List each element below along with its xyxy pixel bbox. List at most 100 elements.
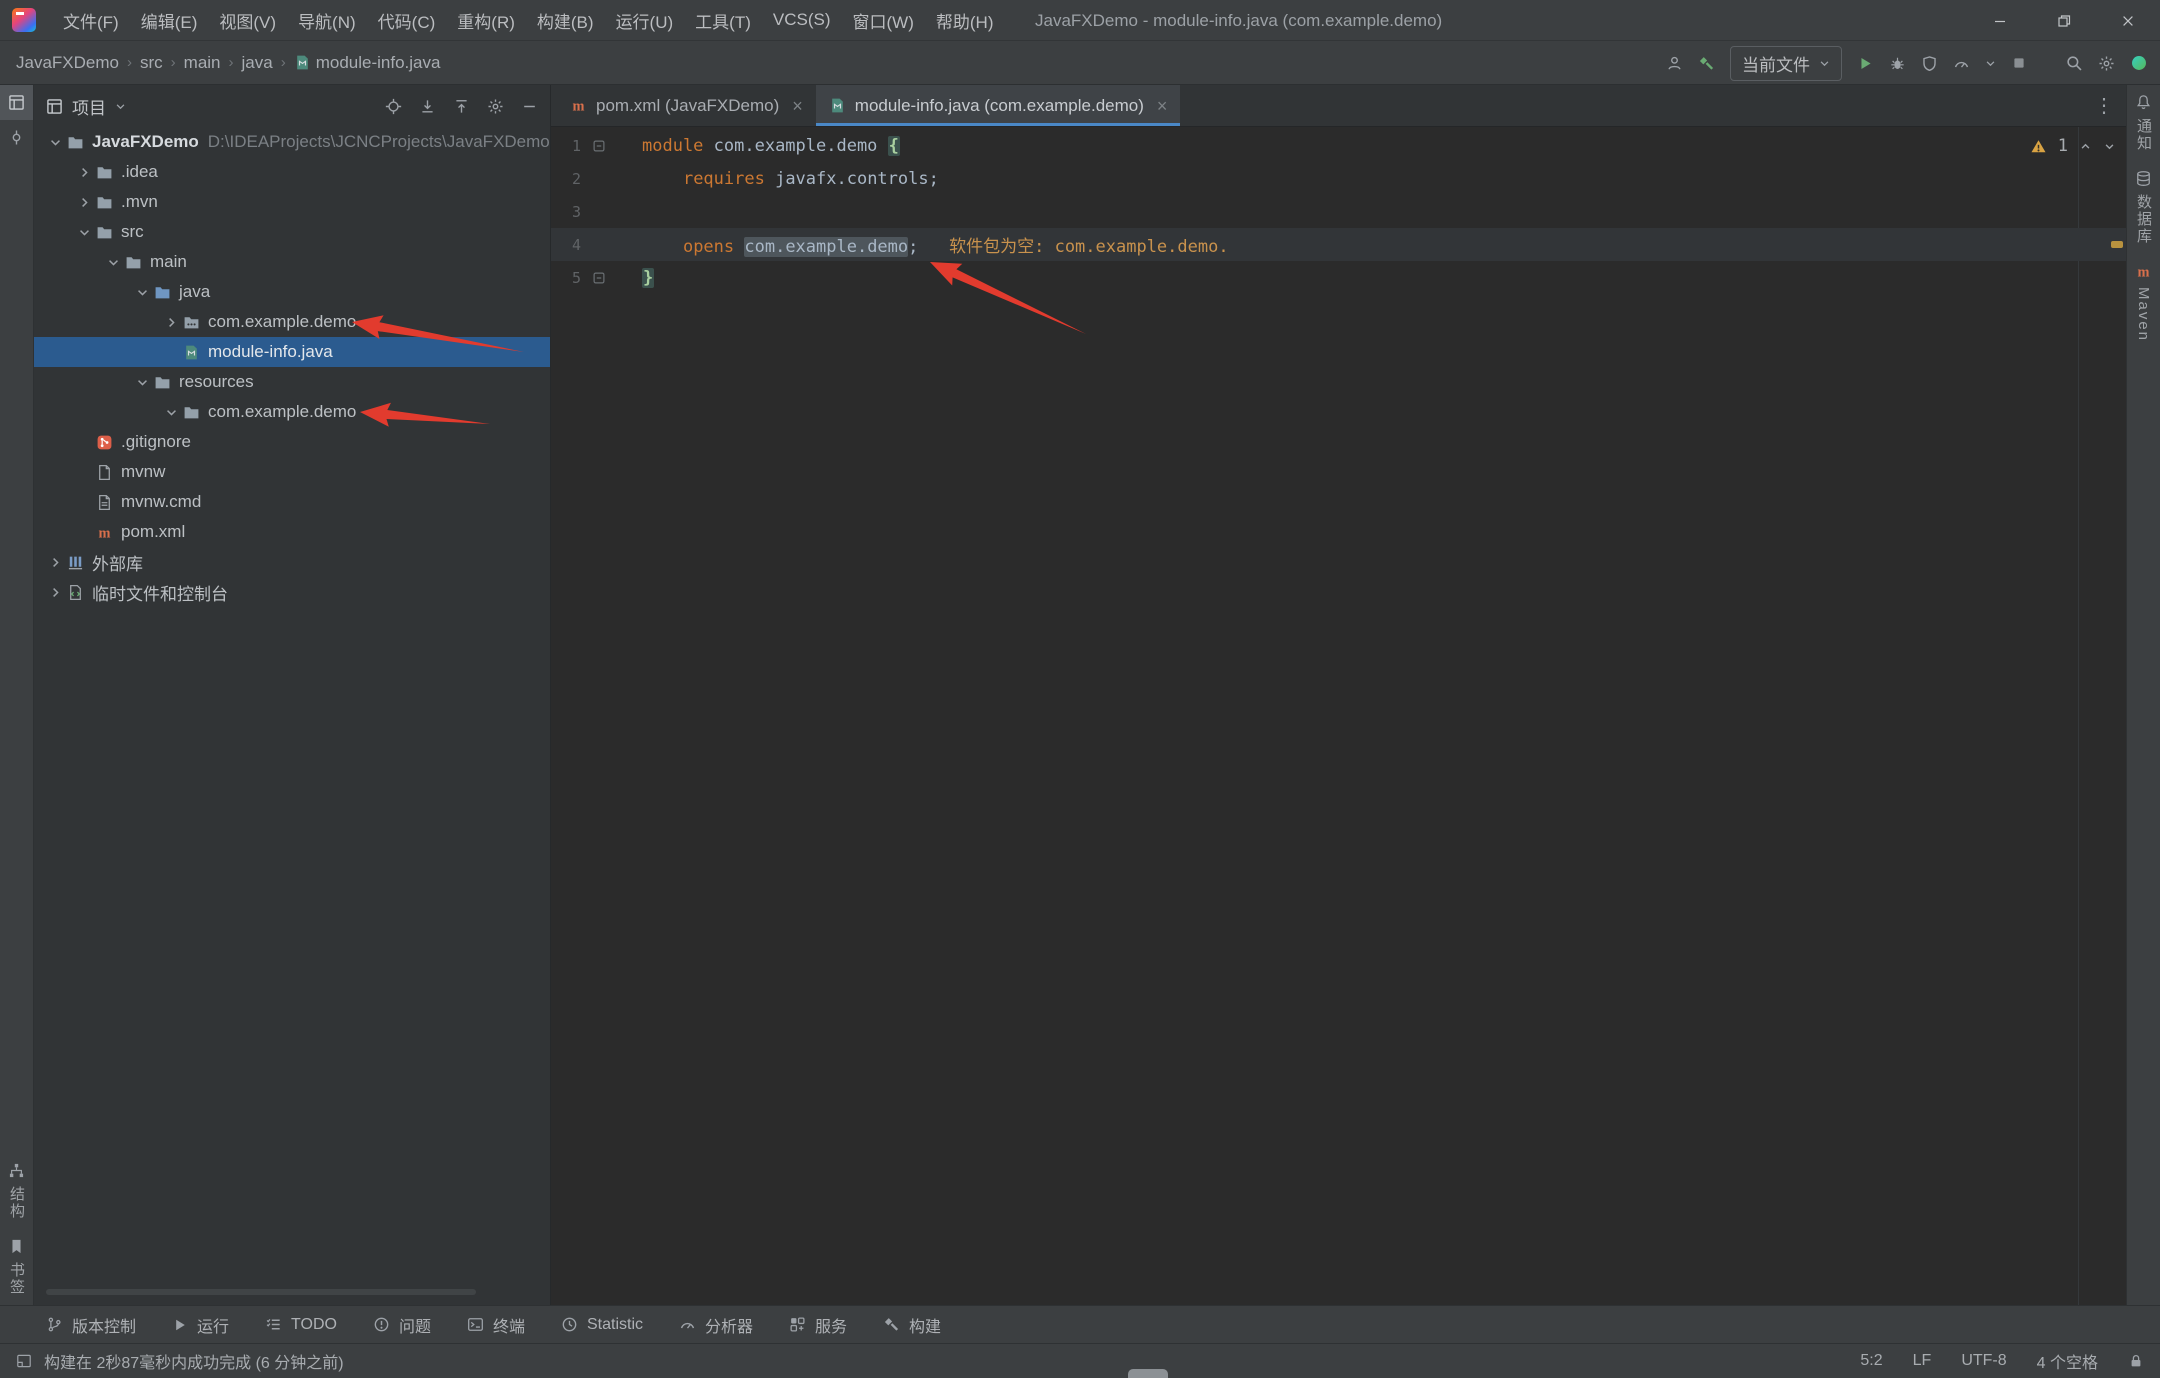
tree-item[interactable]: com.example.demo: [34, 307, 550, 337]
tree-item[interactable]: main: [34, 247, 550, 277]
close-icon[interactable]: ×: [1157, 97, 1168, 115]
search-everywhere-icon[interactable]: [2065, 54, 2083, 72]
menu-item[interactable]: 导航(N): [287, 3, 367, 38]
tool-window-button[interactable]: 版本控制: [46, 1313, 136, 1337]
chevron-down-icon[interactable]: [103, 255, 123, 270]
status-message[interactable]: 构建在 2秒87毫秒内成功完成 (6 分钟之前): [44, 1349, 344, 1373]
chevron-right-icon[interactable]: [74, 195, 94, 210]
lock-icon[interactable]: [2128, 1353, 2144, 1369]
menu-item[interactable]: 代码(C): [367, 3, 447, 38]
menu-item[interactable]: VCS(S): [762, 5, 842, 35]
tool-stripe-button[interactable]: 通知: [2127, 85, 2160, 161]
commit-tool-button[interactable]: [0, 120, 33, 155]
tool-window-button[interactable]: 构建: [883, 1313, 941, 1337]
tree-item[interactable]: resources: [34, 367, 550, 397]
expand-all-icon[interactable]: [419, 98, 436, 115]
tree-item[interactable]: .mvn: [34, 187, 550, 217]
fold-marker-icon[interactable]: [581, 272, 617, 284]
tree-item[interactable]: mvnw: [34, 457, 550, 487]
close-icon[interactable]: ×: [792, 97, 803, 115]
chevron-right-icon[interactable]: [45, 555, 65, 570]
tool-stripe-button[interactable]: mMaven: [2127, 254, 2160, 351]
tab-options-icon[interactable]: ⋮: [2082, 85, 2126, 126]
stop-button-icon[interactable]: [2011, 55, 2027, 71]
chevron-down-icon[interactable]: [132, 285, 152, 300]
tool-stripe-button[interactable]: 书签: [8, 1229, 25, 1305]
menu-item[interactable]: 编辑(E): [130, 3, 209, 38]
tool-window-button[interactable]: 运行: [172, 1313, 229, 1337]
fold-marker-icon[interactable]: [581, 140, 617, 152]
minimize-button[interactable]: [1968, 0, 2032, 41]
menu-item[interactable]: 文件(F): [52, 3, 130, 38]
select-opened-file-icon[interactable]: [385, 98, 402, 115]
breadcrumb-item[interactable]: JavaFXDemo: [16, 53, 119, 73]
debug-button-icon[interactable]: [1889, 55, 1906, 72]
settings-gear-icon[interactable]: [2098, 55, 2115, 72]
tool-window-button[interactable]: 分析器: [679, 1313, 753, 1337]
tree-item[interactable]: src: [34, 217, 550, 247]
menu-item[interactable]: 窗口(W): [842, 3, 925, 38]
project-tool-button[interactable]: [0, 85, 33, 120]
horizontal-scrollbar[interactable]: [46, 1289, 476, 1295]
menu-item[interactable]: 视图(V): [208, 3, 287, 38]
chevron-right-icon[interactable]: [74, 165, 94, 180]
chevron-right-icon[interactable]: [161, 315, 181, 330]
chevron-down-icon[interactable]: [115, 101, 126, 112]
tree-item[interactable]: mvnw.cmd: [34, 487, 550, 517]
breadcrumb-item[interactable]: src: [140, 53, 163, 73]
tool-window-button[interactable]: 问题: [373, 1313, 431, 1337]
editor-tab[interactable]: module-info.java (com.example.demo)×: [816, 85, 1181, 126]
encoding[interactable]: UTF-8: [1961, 1352, 2006, 1370]
tool-window-button[interactable]: 服务: [789, 1313, 847, 1337]
chevron-right-icon[interactable]: [45, 585, 65, 600]
caret-position[interactable]: 5:2: [1860, 1352, 1882, 1370]
menu-item[interactable]: 重构(R): [446, 3, 526, 38]
chevron-down-icon[interactable]: [74, 225, 94, 240]
tree-item[interactable]: JavaFXDemoD:\IDEAProjects\JCNCProjects\J…: [34, 127, 550, 157]
run-configuration-select[interactable]: 当前文件: [1730, 46, 1842, 81]
menu-item[interactable]: 帮助(H): [925, 3, 1005, 38]
tool-stripe-button[interactable]: 数据库: [2127, 161, 2160, 254]
indent-setting[interactable]: 4 个空格: [2037, 1349, 2098, 1373]
close-button[interactable]: [2096, 0, 2160, 41]
chevron-up-icon[interactable]: [2079, 140, 2092, 153]
menu-item[interactable]: 运行(U): [605, 3, 685, 38]
panel-settings-icon[interactable]: [487, 98, 504, 115]
tool-window-button[interactable]: Statistic: [561, 1316, 643, 1334]
chevron-down-icon[interactable]: [132, 375, 152, 390]
hide-panel-icon[interactable]: [521, 98, 538, 115]
code-editor[interactable]: 1 1module com.example.demo {2 requires j…: [551, 127, 2126, 1305]
menu-item[interactable]: 工具(T): [684, 3, 762, 38]
tree-item[interactable]: 外部库: [34, 547, 550, 577]
breadcrumb-item[interactable]: java: [242, 53, 273, 73]
project-panel-title[interactable]: 项目: [72, 94, 106, 119]
tree-item[interactable]: 临时文件和控制台: [34, 577, 550, 607]
tool-window-button[interactable]: 终端: [467, 1313, 525, 1337]
tree-item[interactable]: mpom.xml: [34, 517, 550, 547]
code-with-me-icon[interactable]: [1666, 55, 1683, 72]
build-hammer-icon[interactable]: [1698, 55, 1715, 72]
coverage-button-icon[interactable]: [1921, 55, 1938, 72]
breadcrumb-item[interactable]: main: [184, 53, 221, 73]
editor-tab[interactable]: mpom.xml (JavaFXDemo)×: [557, 85, 816, 126]
tool-window-layout-icon[interactable]: [16, 1353, 32, 1369]
warning-stripe-mark[interactable]: [2111, 241, 2123, 248]
restore-button[interactable]: [2032, 0, 2096, 41]
tree-item[interactable]: .idea: [34, 157, 550, 187]
collapse-all-icon[interactable]: [453, 98, 470, 115]
tool-stripe-button[interactable]: 结构: [8, 1153, 25, 1229]
tree-item[interactable]: .gitignore: [34, 427, 550, 457]
ide-update-icon[interactable]: [2130, 54, 2148, 72]
tree-item[interactable]: module-info.java: [34, 337, 550, 367]
tool-window-button[interactable]: TODO: [265, 1316, 337, 1334]
tree-item[interactable]: com.example.demo: [34, 397, 550, 427]
chevron-down-icon[interactable]: [1985, 58, 1996, 69]
chevron-down-icon[interactable]: [2103, 140, 2116, 153]
line-ending[interactable]: LF: [1913, 1352, 1932, 1370]
tree-item[interactable]: java: [34, 277, 550, 307]
menu-item[interactable]: 构建(B): [526, 3, 605, 38]
profiler-button-icon[interactable]: [1953, 55, 1970, 72]
chevron-down-icon[interactable]: [161, 405, 181, 420]
chevron-down-icon[interactable]: [45, 135, 65, 150]
run-button-icon[interactable]: [1857, 55, 1874, 72]
